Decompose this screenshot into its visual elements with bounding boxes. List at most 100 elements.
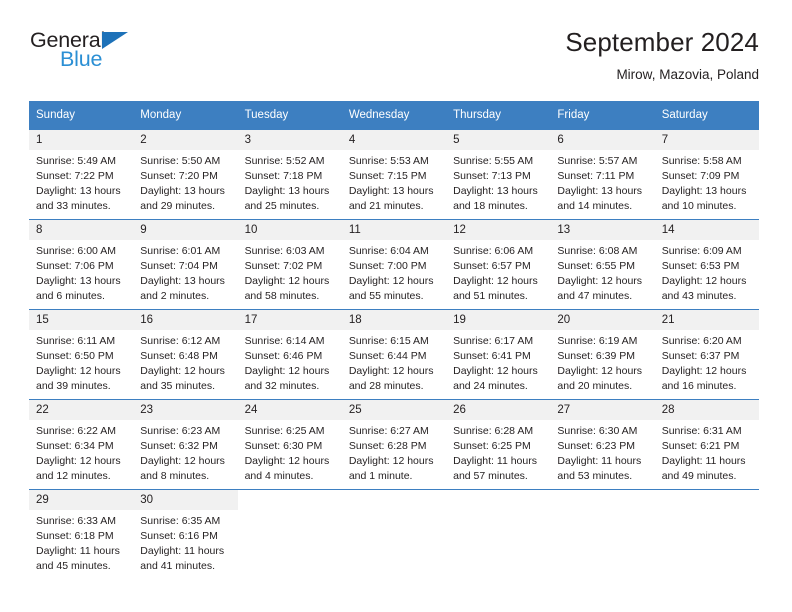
day-number [550, 489, 655, 510]
day-cell[interactable]: 5 Sunrise: 5:55 AM Sunset: 7:13 PM Dayli… [446, 128, 551, 220]
sunrise-line: Sunrise: 6:19 AM [557, 335, 638, 348]
day-details: Sunrise: 6:20 AM Sunset: 6:37 PM Dayligh… [655, 330, 759, 394]
sunset-line: Sunset: 6:41 PM [453, 350, 531, 363]
sunset-line: Sunset: 6:53 PM [661, 260, 740, 273]
daylight-line-2: and 28 minutes. [348, 379, 424, 392]
daylight-line-1: Daylight: 12 hours [661, 364, 747, 377]
day-cell-empty [341, 488, 447, 580]
day-cell[interactable]: 28 Sunrise: 6:31 AM Sunset: 6:21 PM Dayl… [654, 398, 759, 490]
day-number: 6 [550, 129, 655, 151]
day-cell[interactable]: 10 Sunrise: 6:03 AM Sunset: 7:02 PM Dayl… [237, 218, 342, 310]
day-details: Sunrise: 6:33 AM Sunset: 6:18 PM Dayligh… [29, 510, 133, 574]
sunrise-line: Sunrise: 6:23 AM [140, 425, 221, 438]
daylight-line-1: Daylight: 12 hours [36, 454, 121, 467]
day-details: Sunrise: 6:03 AM Sunset: 7:02 PM Dayligh… [238, 240, 342, 304]
day-cell[interactable]: 20 Sunrise: 6:19 AM Sunset: 6:39 PM Dayl… [550, 308, 655, 400]
day-cell[interactable]: 25 Sunrise: 6:27 AM Sunset: 6:28 PM Dayl… [341, 398, 447, 490]
title-block: September 2024 Mirow, Mazovia, Poland [565, 27, 759, 83]
daylight-line-1: Daylight: 12 hours [140, 454, 225, 467]
sunrise-line: Sunrise: 5:57 AM [557, 155, 638, 168]
day-cell[interactable]: 6 Sunrise: 5:57 AM Sunset: 7:11 PM Dayli… [550, 128, 655, 220]
day-cell[interactable]: 2 Sunrise: 5:50 AM Sunset: 7:20 PM Dayli… [133, 128, 238, 220]
day-cell[interactable]: 4 Sunrise: 5:53 AM Sunset: 7:15 PM Dayli… [341, 128, 447, 220]
sunset-line: Sunset: 6:55 PM [557, 260, 636, 273]
daylight-line-1: Daylight: 11 hours [140, 544, 225, 557]
daylight-line-1: Daylight: 12 hours [140, 364, 225, 377]
sunset-line: Sunset: 6:50 PM [36, 350, 114, 363]
day-cell[interactable]: 1 Sunrise: 5:49 AM Sunset: 7:22 PM Dayli… [29, 128, 134, 220]
daylight-line-1: Daylight: 13 hours [661, 184, 747, 197]
daylight-line-2: and 14 minutes. [557, 199, 633, 212]
day-cell[interactable]: 12 Sunrise: 6:06 AM Sunset: 6:57 PM Dayl… [446, 218, 551, 310]
logo[interactable]: General Blue [30, 28, 150, 76]
day-number [237, 489, 342, 510]
day-cell[interactable]: 9 Sunrise: 6:01 AM Sunset: 7:04 PM Dayli… [133, 218, 238, 310]
sunset-line: Sunset: 7:11 PM [557, 170, 635, 183]
calendar-page: General Blue September 2024 Mirow, Mazov… [0, 0, 792, 612]
daylight-line-2: and 55 minutes. [348, 289, 424, 302]
sunset-line: Sunset: 7:09 PM [661, 170, 740, 183]
daylight-line-1: Daylight: 13 hours [140, 184, 225, 197]
weekday-header-tuesday: Tuesday [237, 100, 342, 130]
day-cell-empty [446, 488, 551, 580]
day-details: Sunrise: 6:35 AM Sunset: 6:16 PM Dayligh… [133, 510, 237, 574]
sunrise-line: Sunrise: 5:52 AM [244, 155, 325, 168]
day-cell[interactable]: 27 Sunrise: 6:30 AM Sunset: 6:23 PM Dayl… [550, 398, 655, 490]
sunset-line: Sunset: 7:13 PM [453, 170, 531, 183]
day-cell[interactable]: 23 Sunrise: 6:23 AM Sunset: 6:32 PM Dayl… [133, 398, 238, 490]
calendar-table: Sunday Monday Tuesday Wednesday Thursday… [29, 100, 759, 580]
daylight-line-2: and 29 minutes. [140, 199, 215, 212]
day-cell[interactable]: 13 Sunrise: 6:08 AM Sunset: 6:55 PM Dayl… [550, 218, 655, 310]
sunrise-line: Sunrise: 6:14 AM [244, 335, 325, 348]
day-details: Sunrise: 5:57 AM Sunset: 7:11 PM Dayligh… [550, 150, 654, 214]
logo-triangle-icon [102, 32, 128, 49]
day-number [446, 489, 551, 510]
day-details: Sunrise: 5:55 AM Sunset: 7:13 PM Dayligh… [446, 150, 550, 214]
sunset-line: Sunset: 7:18 PM [244, 170, 323, 183]
sunrise-line: Sunrise: 5:50 AM [140, 155, 221, 168]
day-number [654, 489, 759, 510]
day-number: 7 [654, 129, 759, 151]
day-number: 24 [237, 399, 342, 421]
logo-text-blue: Blue [60, 47, 103, 71]
day-cell[interactable]: 8 Sunrise: 6:00 AM Sunset: 7:06 PM Dayli… [29, 218, 134, 310]
sunset-line: Sunset: 6:32 PM [140, 440, 218, 453]
day-number: 9 [133, 219, 238, 241]
day-cell[interactable]: 24 Sunrise: 6:25 AM Sunset: 6:30 PM Dayl… [237, 398, 342, 490]
day-cell[interactable]: 30 Sunrise: 6:35 AM Sunset: 6:16 PM Dayl… [133, 488, 238, 580]
daylight-line-2: and 35 minutes. [140, 379, 215, 392]
daylight-line-1: Daylight: 13 hours [348, 184, 434, 197]
day-cell[interactable]: 16 Sunrise: 6:12 AM Sunset: 6:48 PM Dayl… [133, 308, 238, 400]
sunrise-line: Sunrise: 6:35 AM [140, 515, 221, 528]
sunrise-line: Sunrise: 6:06 AM [453, 245, 534, 258]
day-cell[interactable]: 22 Sunrise: 6:22 AM Sunset: 6:34 PM Dayl… [29, 398, 134, 490]
weekday-header-monday: Monday [133, 100, 238, 130]
day-cell[interactable]: 14 Sunrise: 6:09 AM Sunset: 6:53 PM Dayl… [654, 218, 759, 310]
day-cell[interactable]: 26 Sunrise: 6:28 AM Sunset: 6:25 PM Dayl… [446, 398, 551, 490]
sunrise-line: Sunrise: 6:08 AM [557, 245, 638, 258]
sunrise-line: Sunrise: 6:00 AM [36, 245, 116, 258]
sunrise-line: Sunrise: 6:03 AM [244, 245, 325, 258]
day-details: Sunrise: 6:09 AM Sunset: 6:53 PM Dayligh… [655, 240, 759, 304]
week-row: 15 Sunrise: 6:11 AM Sunset: 6:50 PM Dayl… [29, 308, 759, 400]
day-cell[interactable]: 11 Sunrise: 6:04 AM Sunset: 7:00 PM Dayl… [341, 218, 447, 310]
day-cell[interactable]: 3 Sunrise: 5:52 AM Sunset: 7:18 PM Dayli… [237, 128, 342, 220]
day-number: 4 [341, 129, 447, 151]
weekday-header-sunday: Sunday [29, 100, 134, 130]
sunset-line: Sunset: 7:04 PM [140, 260, 218, 273]
daylight-line-2: and 58 minutes. [244, 289, 320, 302]
day-cell[interactable]: 17 Sunrise: 6:14 AM Sunset: 6:46 PM Dayl… [237, 308, 342, 400]
day-cell[interactable]: 15 Sunrise: 6:11 AM Sunset: 6:50 PM Dayl… [29, 308, 134, 400]
sunrise-line: Sunrise: 5:53 AM [348, 155, 429, 168]
day-details: Sunrise: 6:14 AM Sunset: 6:46 PM Dayligh… [238, 330, 342, 394]
day-cell[interactable]: 18 Sunrise: 6:15 AM Sunset: 6:44 PM Dayl… [341, 308, 447, 400]
day-cell[interactable]: 7 Sunrise: 5:58 AM Sunset: 7:09 PM Dayli… [654, 128, 759, 220]
sunrise-line: Sunrise: 6:12 AM [140, 335, 221, 348]
daylight-line-2: and 1 minute. [348, 469, 413, 482]
day-number: 17 [237, 309, 342, 331]
day-cell[interactable]: 19 Sunrise: 6:17 AM Sunset: 6:41 PM Dayl… [446, 308, 551, 400]
day-cell[interactable]: 29 Sunrise: 6:33 AM Sunset: 6:18 PM Dayl… [29, 488, 134, 580]
day-cell[interactable]: 21 Sunrise: 6:20 AM Sunset: 6:37 PM Dayl… [654, 308, 759, 400]
sunset-line: Sunset: 7:00 PM [348, 260, 427, 273]
sunrise-line: Sunrise: 5:58 AM [661, 155, 742, 168]
